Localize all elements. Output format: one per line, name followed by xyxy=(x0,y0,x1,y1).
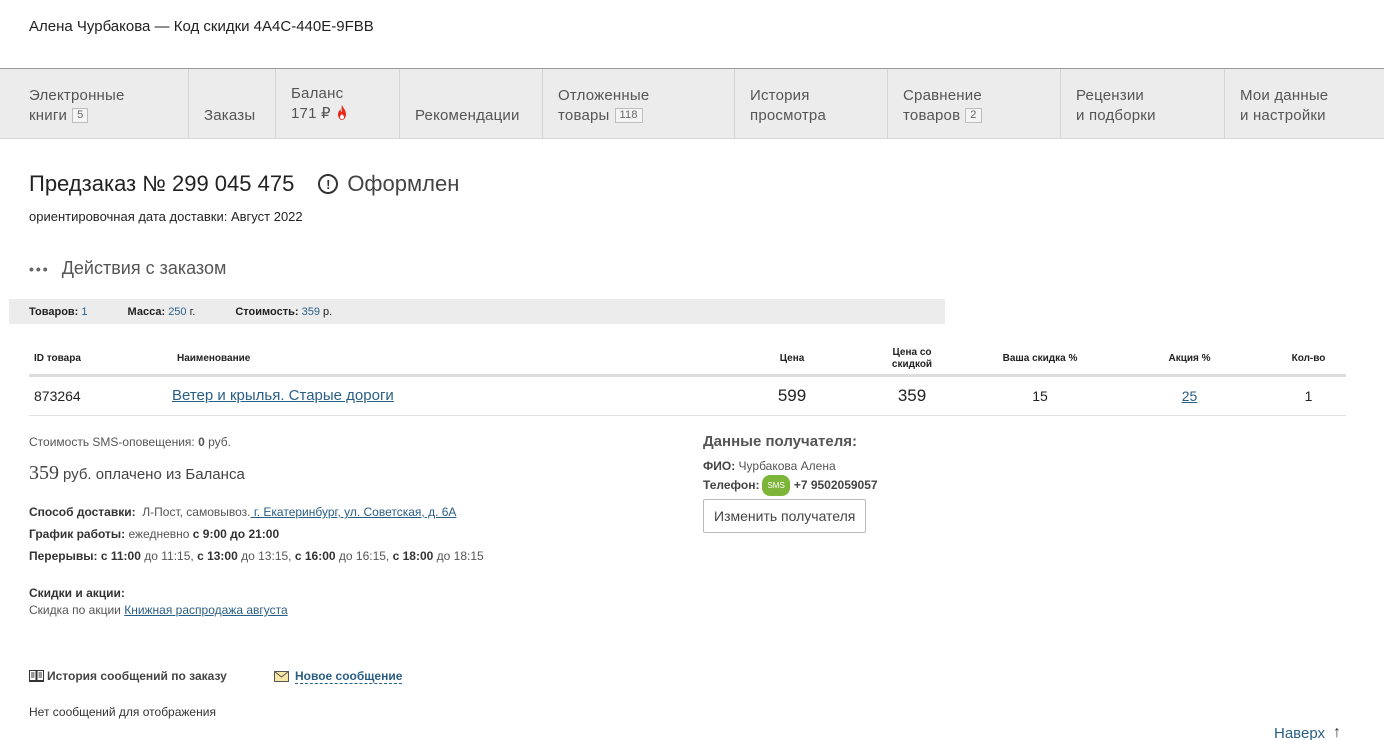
message-history[interactable]: История сообщений по заказу xyxy=(29,669,227,683)
nav-deferred-line2: товары xyxy=(558,107,610,124)
flame-icon xyxy=(338,105,347,120)
nav-recommendations[interactable]: Рекомендации xyxy=(400,69,543,138)
nav-compare-line2: товаров xyxy=(903,107,961,124)
work-schedule: График работы: ежедневно с 9:00 до 21:00 xyxy=(29,527,280,541)
nav-orders-label: Заказы xyxy=(204,107,256,124)
nav-ebooks-line1: Электронные xyxy=(29,87,125,104)
pickup-address-link[interactable]: г. Екатеринбург, ул. Советская, д. 6А xyxy=(251,505,457,519)
discount-promo: Скидка по акции Книжная распродажа авгус… xyxy=(29,603,288,617)
message-history-label: История сообщений по заказу xyxy=(47,669,227,683)
nav-balance-amount: 171 ₽ xyxy=(291,105,331,122)
order-status: ! Оформлен xyxy=(318,171,459,197)
new-message[interactable]: Новое сообщение xyxy=(274,669,403,684)
user-discount-line: Алена Чурбакова — Код скидки 4A4C-440E-9… xyxy=(29,18,374,35)
col-discount-price: Цена со скидкой xyxy=(852,344,972,377)
no-messages-text: Нет сообщений для отображения xyxy=(29,705,216,719)
cell-price: 599 xyxy=(732,375,852,416)
cell-promo: 25 xyxy=(1108,375,1271,416)
table-row: 873264 Ветер и крылья. Старые дороги 599… xyxy=(29,375,1346,416)
promo-link[interactable]: 25 xyxy=(1182,388,1198,404)
paid-text: руб. оплачено из Баланса xyxy=(63,466,245,483)
nav-orders[interactable]: Заказы xyxy=(189,69,276,138)
cell-your-discount: 15 xyxy=(972,375,1108,416)
delivery-date-value: Август 2022 xyxy=(230,209,303,224)
cell-discount-price: 359 xyxy=(852,375,972,416)
order-actions-label: Действия с заказом xyxy=(61,258,227,278)
product-link[interactable]: Ветер и крылья. Старые дороги xyxy=(172,387,394,404)
breaks: Перерывы: с 11:00 до 11:15, с 13:00 до 1… xyxy=(29,549,484,563)
recipient-name: ФИО: Чурбакова Алена xyxy=(703,459,836,473)
nav-history-line1: История xyxy=(750,87,810,104)
summary-goods: Товаров: 1 xyxy=(29,305,88,318)
order-header: Предзаказ № 299 045 475 ! Оформлен xyxy=(29,171,459,197)
back-to-top-link[interactable]: Наверх ↑ xyxy=(1274,724,1341,740)
nav-ebooks-count: 5 xyxy=(72,108,89,123)
nav-history-line2: просмотра xyxy=(750,107,826,124)
order-items-table: ID товара Наименование Цена Цена со скидк… xyxy=(29,344,1346,416)
nav-reviews-line1: Рецензии xyxy=(1076,87,1144,104)
promo-sale-link[interactable]: Книжная распродажа августа xyxy=(124,603,287,617)
status-text: Оформлен xyxy=(347,171,460,196)
delivery-date: ориентировочная дата доставки: Август 20… xyxy=(29,209,303,224)
nav-history[interactable]: История просмотра xyxy=(735,69,888,138)
order-actions-toggle[interactable]: ••• Действия с заказом xyxy=(29,258,226,279)
recipient-block: Данные получателя: ФИО: Чурбакова Алена … xyxy=(703,433,1063,533)
change-recipient-button[interactable]: Изменить получателя xyxy=(703,499,867,533)
discounts-label: Скидки и акции: xyxy=(29,586,125,600)
nav-deferred-line1: Отложенные xyxy=(558,87,650,104)
col-price: Цена xyxy=(732,344,852,377)
nav-recommendations-label: Рекомендации xyxy=(415,107,520,124)
delivery-method: Способ доставки: Л-Пост, самовывоз. г. Е… xyxy=(29,505,457,519)
nav-settings[interactable]: Мои данные и настройки xyxy=(1225,69,1384,138)
nav-compare[interactable]: Сравнение товаров 2 xyxy=(888,69,1061,138)
exclamation-circle-icon: ! xyxy=(318,174,339,194)
nav-balance-label: Баланс xyxy=(291,85,344,102)
nav-reviews-line2: и подборки xyxy=(1076,107,1156,124)
summary-cost: Стоимость: 359 р. xyxy=(235,305,333,318)
col-promo: Акция % xyxy=(1108,344,1271,377)
nav-ebooks[interactable]: Электронные книги 5 xyxy=(0,69,189,138)
page-title: Предзаказ № 299 045 475 xyxy=(29,171,295,196)
col-qty: Кол-во xyxy=(1271,344,1346,377)
new-message-link[interactable]: Новое сообщение xyxy=(295,669,403,684)
nav-deferred[interactable]: Отложенные товары 118 xyxy=(543,69,735,138)
nav-settings-line1: Мои данные xyxy=(1240,87,1329,104)
sms-cost: Стоимость SMS-оповещения: 0 руб. xyxy=(29,435,232,449)
col-name: Наименование xyxy=(172,344,732,377)
nav-compare-count: 2 xyxy=(965,108,982,123)
recipient-title: Данные получателя: xyxy=(703,433,858,450)
account-nav: Электронные книги 5 Заказы Баланс 171 ₽ Р… xyxy=(0,68,1384,139)
nav-reviews[interactable]: Рецензии и подборки xyxy=(1061,69,1225,138)
arrow-up-icon: ↑ xyxy=(1333,724,1341,740)
nav-ebooks-line2: книги xyxy=(29,107,68,124)
paid-from-balance: 359 руб. оплачено из Баланса xyxy=(29,462,245,485)
order-summary-bar: Товаров: 1 Масса: 250 г. Стоимость: 359 … xyxy=(9,299,945,324)
cell-qty: 1 xyxy=(1271,375,1346,416)
back-to-top-label: Наверх xyxy=(1274,724,1325,740)
cell-name: Ветер и крылья. Старые дороги xyxy=(172,375,732,416)
cell-id: 873264 xyxy=(29,375,172,416)
summary-mass: Масса: 250 г. xyxy=(127,305,196,318)
col-your-discount: Ваша скидка % xyxy=(972,344,1108,377)
recipient-phone: Телефон: SMS +7 9502059057 xyxy=(703,475,1063,496)
table-header-row: ID товара Наименование Цена Цена со скидк… xyxy=(29,344,1346,377)
more-dots-icon: ••• xyxy=(29,260,50,277)
sms-badge: SMS xyxy=(762,475,790,496)
col-id: ID товара xyxy=(29,344,172,377)
delivery-date-label: ориентировочная дата доставки: xyxy=(29,209,228,224)
nav-compare-line1: Сравнение xyxy=(903,87,982,104)
envelope-icon xyxy=(274,671,289,682)
paid-amount: 359 xyxy=(29,462,59,484)
nav-settings-line2: и настройки xyxy=(1240,107,1326,124)
nav-deferred-count: 118 xyxy=(614,108,643,123)
nav-balance[interactable]: Баланс 171 ₽ xyxy=(276,69,400,138)
book-icon xyxy=(29,670,44,682)
